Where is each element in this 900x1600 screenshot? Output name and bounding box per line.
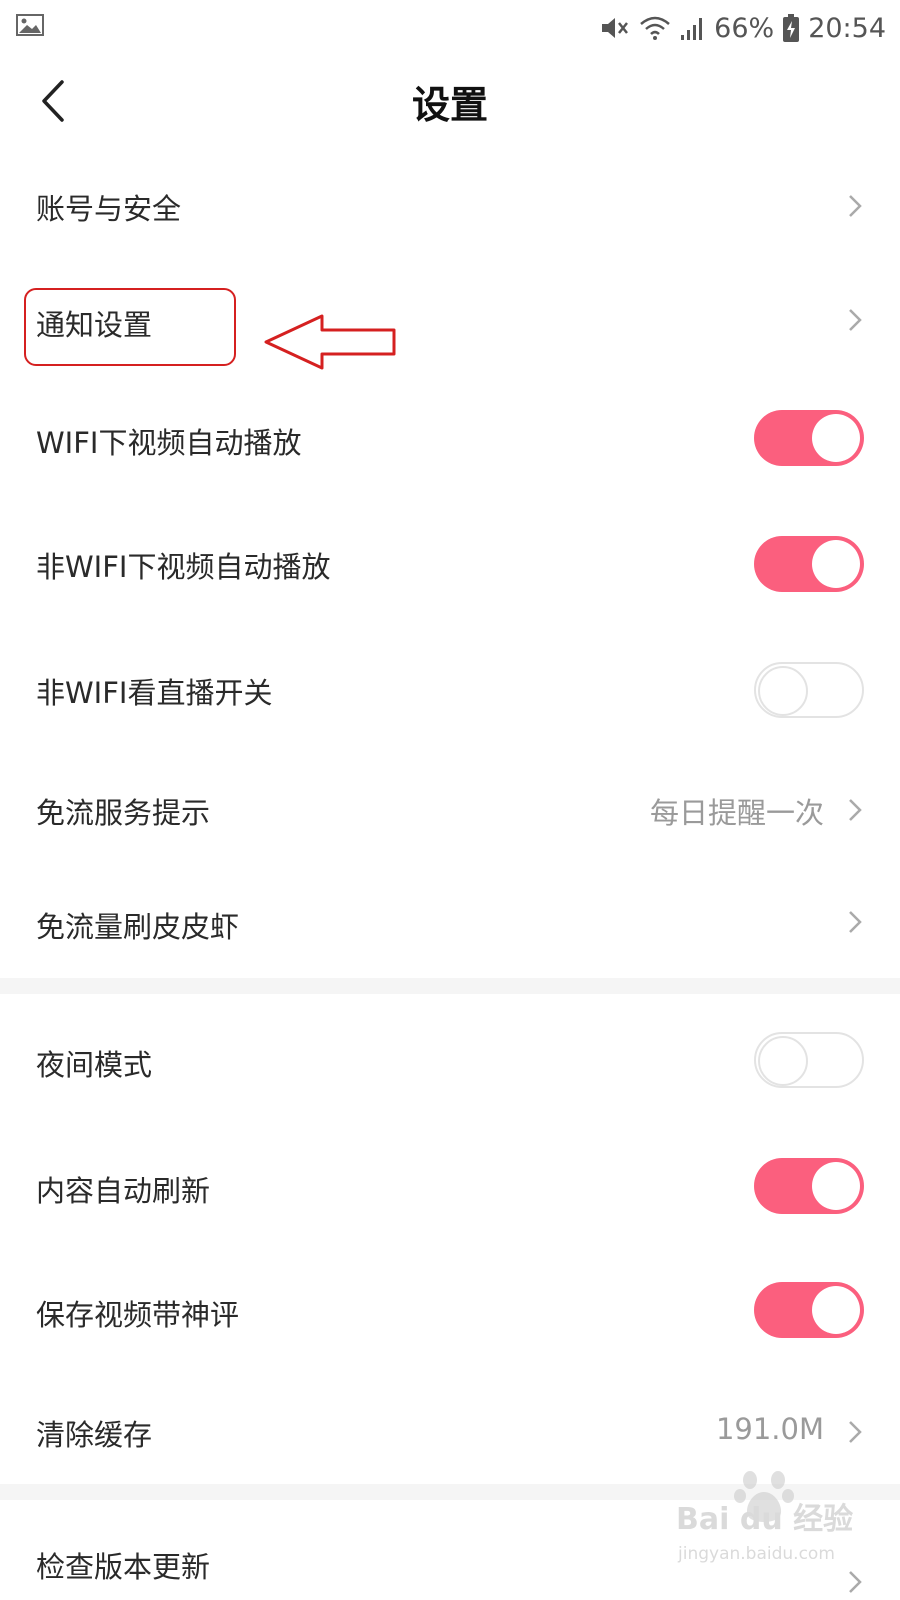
- chevron-right-icon: [849, 799, 862, 821]
- page-title: 设置: [411, 83, 488, 127]
- toggle-knob: [758, 1036, 808, 1086]
- baidu-watermark: Bai du 经验 jingyan.baidu.com: [676, 1468, 886, 1578]
- row-non-wifi-autoplay: 非WIFI下视频自动播放: [0, 500, 900, 626]
- row-label: WIFI下视频自动播放: [36, 426, 302, 460]
- toggle-knob: [812, 1162, 860, 1210]
- status-bar: 66% 20:54: [0, 0, 900, 56]
- row-save-video-comments: 保存视频带神评: [0, 1248, 900, 1372]
- toggle-knob: [812, 1286, 860, 1334]
- clock: 20:54: [808, 12, 886, 44]
- mute-vibrate-icon: [602, 18, 629, 38]
- toggle-knob: [812, 414, 860, 462]
- cache-size: 191.0M: [715, 1412, 824, 1446]
- chevron-right-icon: [849, 1421, 862, 1443]
- battery-percent: 66%: [714, 12, 775, 44]
- row-label: 保存视频带神评: [36, 1298, 240, 1332]
- row-non-wifi-live: 非WIFI看直播开关: [0, 626, 900, 750]
- wifi-autoplay-toggle[interactable]: [754, 410, 864, 466]
- night-mode-toggle[interactable]: [754, 1032, 864, 1088]
- gallery-notification-icon: [16, 14, 44, 36]
- battery-icon: [783, 14, 800, 42]
- row-free-data-browse[interactable]: 免流量刷皮皮虾: [0, 868, 900, 978]
- row-free-data-reminder[interactable]: 免流服务提示 每日提醒一次: [0, 750, 900, 868]
- row-label: 夜间模式: [36, 1048, 153, 1082]
- chevron-right-icon: [849, 195, 862, 217]
- watermark-brand: Bai du 经验: [676, 1502, 854, 1537]
- row-label: 免流服务提示: [36, 796, 211, 830]
- row-label: 账号与安全: [36, 192, 182, 226]
- row-label: 免流量刷皮皮虾: [36, 910, 240, 944]
- row-wifi-autoplay: WIFI下视频自动播放: [0, 380, 900, 500]
- row-night-mode: 夜间模式: [0, 994, 900, 1124]
- title-bar: 设置: [0, 56, 900, 148]
- signal-icon: [681, 18, 703, 40]
- toggle-knob: [812, 540, 860, 588]
- row-value: 每日提醒一次: [649, 796, 824, 830]
- chevron-right-icon: [849, 309, 862, 331]
- section-divider: [0, 978, 900, 994]
- save-video-comments-toggle[interactable]: [754, 1282, 864, 1338]
- row-auto-refresh: 内容自动刷新: [0, 1124, 900, 1248]
- non-wifi-autoplay-toggle[interactable]: [754, 536, 864, 592]
- toggle-knob: [758, 666, 808, 716]
- row-label: 检查版本更新: [36, 1550, 211, 1584]
- auto-refresh-toggle[interactable]: [754, 1158, 864, 1214]
- wifi-icon: [640, 16, 670, 40]
- non-wifi-live-toggle[interactable]: [754, 662, 864, 718]
- row-label: 非WIFI看直播开关: [36, 676, 273, 710]
- watermark-url: jingyan.baidu.com: [678, 1544, 835, 1564]
- annotation-arrow-icon: [264, 314, 396, 370]
- row-label: 清除缓存: [36, 1418, 153, 1452]
- row-label: 内容自动刷新: [36, 1174, 211, 1208]
- annotation-highlight-box: [24, 288, 236, 366]
- row-account-security[interactable]: 账号与安全: [0, 148, 900, 264]
- row-label: 非WIFI下视频自动播放: [36, 550, 331, 584]
- chevron-right-icon: [849, 911, 862, 933]
